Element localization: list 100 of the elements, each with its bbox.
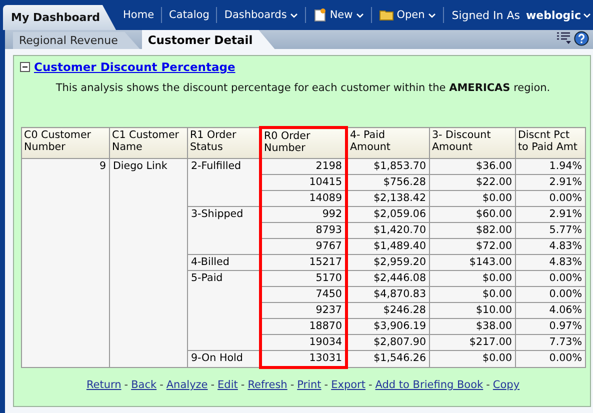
signed-in-label: Signed In As [442,7,520,23]
table-cell: $0.00 [430,350,516,368]
help-icon[interactable] [574,31,589,46]
table-cell: $38.00 [430,318,516,334]
chevron-down-icon [356,12,364,18]
table-cell: 8793 [260,222,346,238]
table-cell: 0.00% [516,270,586,286]
table-cell: 4.83% [516,238,586,254]
column-header: C0 Customer Number [22,128,110,158]
user-menu[interactable]: weblogic [526,8,591,22]
action-link[interactable]: Return [86,379,122,391]
table-cell: 1.94% [516,158,586,174]
action-link[interactable]: Export [331,379,366,391]
table-cell: 0.00% [516,350,586,368]
table-cell: $0.00 [430,190,516,206]
table-cell: $82.00 [430,222,516,238]
table-cell: 9-On Hold [188,350,260,368]
table-cell: 9767 [260,238,346,254]
table-cell: $1,420.70 [346,222,430,238]
action-link[interactable]: Back [131,379,157,391]
table-cell: 14089 [260,190,346,206]
action-link[interactable]: Analyze [166,379,208,391]
chevron-down-icon [582,12,591,18]
table-cell: $2,959.20 [346,254,430,270]
table-cell: $10.00 [430,302,516,318]
table-cell: $0.00 [430,270,516,286]
table-cell: 2.91% [516,206,586,222]
separator-text: - [124,379,128,391]
table-cell: 5170 [260,270,346,286]
table-cell: 5-Paid [188,270,260,350]
table-cell: $143.00 [430,254,516,270]
table-cell: $22.00 [430,174,516,190]
table-cell: 2198 [260,158,346,174]
table-cell: $246.28 [346,302,430,318]
column-header: C1 Customer Name [110,128,188,158]
page-options-icon[interactable] [556,31,572,45]
column-header: Discnt Pct to Paid Amt [516,128,586,158]
table-cell: $756.28 [346,174,430,190]
separator-text: - [324,379,328,391]
chevron-down-icon [290,12,298,18]
table-cell: 3-Shipped [188,206,260,254]
table-cell: 9 [22,158,110,368]
table-cell: $72.00 [430,238,516,254]
table-cell: 15217 [260,254,346,270]
app-tab[interactable]: My Dashboard [3,5,116,30]
chevron-down-icon [428,12,436,18]
action-link[interactable]: Copy [492,379,520,391]
separator-text: - [368,379,372,391]
table-cell: $2,807.90 [346,334,430,350]
column-header: 3- Discount Amount [430,128,516,158]
nav-menu-item[interactable]: New [304,7,371,23]
nav-menu-item[interactable]: Dashboards [216,7,305,23]
column-header: R1 Order Status [188,128,260,158]
separator-text: - [290,379,294,391]
nav-menu-item[interactable]: Open [370,7,443,23]
action-link[interactable]: Edit [218,379,238,391]
table-cell: 19034 [260,334,346,350]
table-cell: $3,906.19 [346,318,430,334]
separator-text: - [160,379,164,391]
table-cell: 10415 [260,174,346,190]
table-cell: $60.00 [430,206,516,222]
collapse-toggle[interactable] [20,62,30,72]
table-cell: $2,446.08 [346,270,430,286]
new-document-icon [312,8,327,22]
table-cell: 7.73% [516,334,586,350]
nav-menu-item[interactable]: Catalog [161,7,216,23]
table-cell: 18870 [260,318,346,334]
table-cell: $1,546.26 [346,350,430,368]
action-link[interactable]: Print [297,379,322,391]
nav-menu-item[interactable]: Home [116,7,162,23]
table-cell: 7450 [260,286,346,302]
table-cell: $4,870.83 [346,286,430,302]
section-title-link[interactable]: Customer Discount Percentage [34,60,236,74]
table-cell: $36.00 [430,158,516,174]
table-cell: $2,059.06 [346,206,430,222]
action-link[interactable]: Refresh [248,379,288,391]
separator-text: - [240,379,245,391]
table-cell: 13031 [260,350,346,368]
table-cell: 0.00% [516,286,586,302]
table-cell: 2.91% [516,174,586,190]
table-cell: 2-Fulfilled [188,158,260,206]
table-cell: 0.00% [516,190,586,206]
table-cell: $1,489.40 [346,238,430,254]
folder-icon [378,9,394,21]
table-cell: $2,138.42 [346,190,430,206]
table-cell: 4.83% [516,254,586,270]
column-header: 4- Paid Amount [346,128,430,158]
table-cell: Diego Link [110,158,188,368]
column-header: R0 Order Number [260,128,346,158]
table-cell: 4.06% [516,302,586,318]
table-cell: 0.97% [516,318,586,334]
action-link[interactable]: Add to Briefing Book [375,379,484,391]
page-tab[interactable]: Customer Detail [142,30,275,49]
separator-text: - [486,379,490,391]
table-cell: 4-Billed [188,254,260,270]
page-tab[interactable]: Regional Revenue [13,32,140,49]
table-cell: 5.77% [516,222,586,238]
table-cell: $217.00 [430,334,516,350]
table-cell: 9237 [260,302,346,318]
separator-text: - [210,379,215,391]
